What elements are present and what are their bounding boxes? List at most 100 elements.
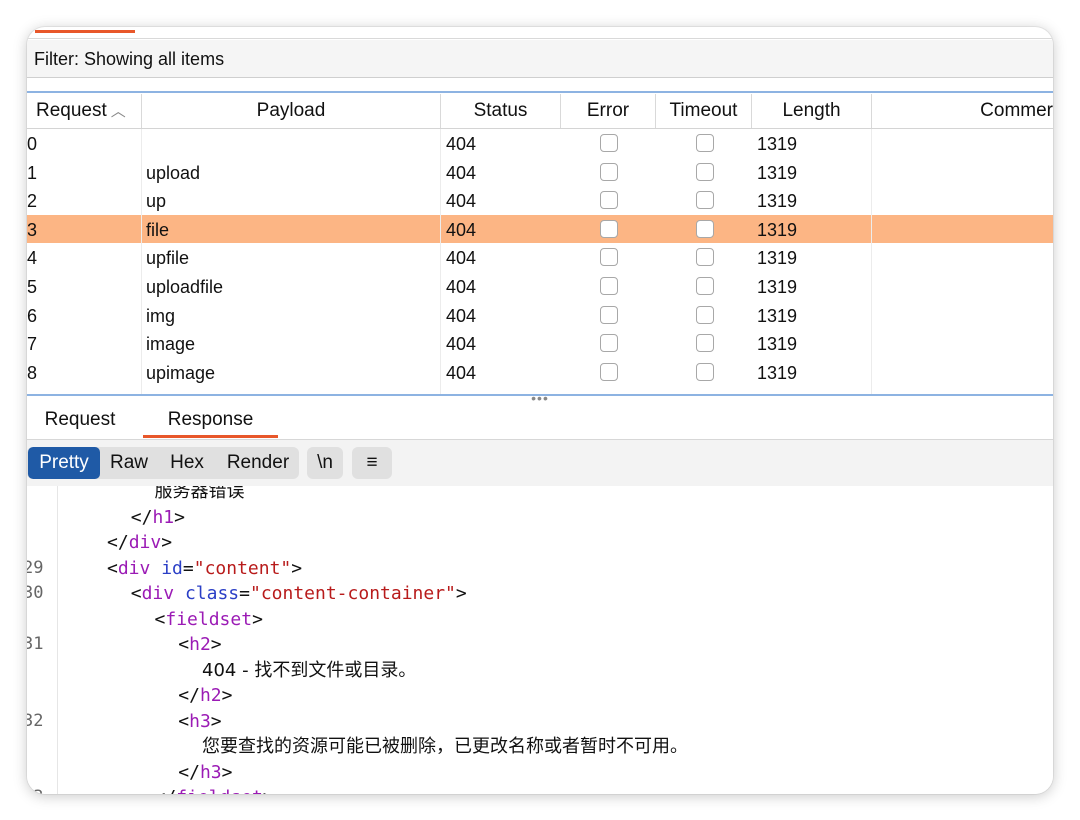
options-menu-button[interactable]: ≡ (352, 447, 392, 479)
error-checkbox[interactable] (600, 134, 618, 152)
filter-bar[interactable]: Filter: Showing all items (27, 40, 1053, 78)
code-token: div (141, 583, 175, 604)
table-row[interactable]: 2 up 404 1319 (27, 186, 1053, 215)
column-header-timeout[interactable]: Timeout (656, 94, 752, 128)
code-token: class (184, 583, 240, 604)
cell-status: 404 (446, 134, 477, 154)
cell-payload: up (146, 191, 167, 212)
error-checkbox[interactable] (600, 305, 618, 324)
code-line: 您要查找的资源可能已被删除，已更改名称或者暂时不可用。 (27, 734, 1053, 760)
code-line: 服务器错误 (27, 486, 1053, 505)
code-text: </fieldset> (155, 785, 274, 794)
cell-request: 5 (27, 277, 38, 297)
error-checkbox[interactable] (600, 277, 618, 295)
timeout-checkbox[interactable] (696, 362, 714, 381)
code-line: 31 <h2> (27, 632, 1053, 658)
table-row[interactable]: 5 uploadfile 404 1319 (27, 272, 1053, 301)
table-row[interactable]: 7 image 404 1319 (27, 329, 1053, 358)
column-divider (871, 129, 872, 394)
newline-toggle-button[interactable]: \n (307, 447, 343, 479)
timeout-checkbox[interactable] (696, 305, 714, 324)
cell-length: 1319 (757, 334, 798, 355)
code-token: > (210, 634, 222, 655)
cell-payload: upfile (146, 248, 190, 269)
column-header-label: Request (36, 100, 107, 121)
column-header-label: Error (586, 100, 630, 121)
hex-view-button[interactable]: Hex (161, 447, 213, 479)
cell-payload: upimage (146, 362, 216, 383)
code-token: > (263, 787, 274, 794)
error-checkbox[interactable] (600, 248, 618, 267)
code-token: h2 (199, 685, 222, 706)
cell-request: 4 (27, 248, 38, 269)
code-token: > (455, 583, 467, 604)
cell-length: 1319 (757, 219, 798, 240)
column-divider (440, 129, 441, 394)
timeout-checkbox[interactable] (696, 134, 714, 152)
code-line: 32 <h3> (27, 709, 1053, 735)
column-header-error[interactable]: Error (561, 94, 656, 128)
cell-status: 404 (446, 191, 477, 212)
hamburger-menu-icon: ≡ (366, 452, 378, 473)
code-line: </h2> (27, 683, 1053, 709)
cell-request: 1 (27, 162, 38, 183)
cell-request: 6 (27, 305, 38, 326)
button-label: Render (226, 452, 290, 473)
column-header-label: Commer (980, 100, 1053, 121)
pretty-view-button[interactable]: Pretty (28, 447, 100, 479)
column-header-comment[interactable]: Commer (872, 94, 1053, 128)
code-line: <fieldset> (27, 607, 1053, 633)
table-row[interactable]: 6 img 404 1319 (27, 301, 1053, 330)
timeout-checkbox[interactable] (696, 162, 714, 181)
tab-request[interactable]: Request (35, 403, 125, 438)
code-token: > (252, 608, 263, 630)
cell-request: 8 (27, 362, 38, 383)
code-line: 404 - 找不到文件或目录。 (27, 658, 1053, 684)
code-line: 33 </fieldset> (27, 785, 1053, 794)
render-view-button[interactable]: Render (219, 447, 297, 479)
error-checkbox[interactable] (600, 219, 618, 238)
timeout-checkbox[interactable] (696, 191, 714, 210)
tab-response[interactable]: Response (143, 403, 278, 438)
tab-label: Request (44, 409, 116, 430)
timeout-checkbox[interactable] (696, 277, 714, 295)
cell-status: 404 (446, 277, 477, 297)
column-header-payload[interactable]: Payload (142, 94, 441, 128)
table-row[interactable]: 0 404 1319 (27, 129, 1053, 158)
code-token: 服务器错误 (154, 486, 245, 502)
results-table-body: 0 404 1319 1 upload 404 1319 2 up 404 1319 3 file 404… (27, 129, 1053, 394)
tab-label: Response (167, 409, 254, 430)
column-header-status[interactable]: Status (441, 94, 561, 128)
table-row[interactable]: 1 upload 404 1319 (27, 158, 1053, 187)
cell-status: 404 (446, 334, 477, 355)
code-token: > (161, 532, 173, 553)
column-header-request[interactable]: Request ︿ (27, 94, 142, 128)
timeout-checkbox[interactable] (696, 219, 714, 238)
error-checkbox[interactable] (600, 162, 618, 181)
error-checkbox[interactable] (600, 334, 618, 353)
table-row[interactable]: 4 upfile 404 1319 (27, 243, 1053, 272)
timeout-checkbox[interactable] (696, 248, 714, 267)
column-header-length[interactable]: Length (752, 94, 872, 128)
active-tab-indicator (35, 30, 135, 33)
cell-length: 1319 (757, 248, 798, 269)
table-row[interactable]: 8 upimage 404 1319 (27, 358, 1053, 387)
code-token: div (117, 557, 151, 579)
line-number: 29 (27, 557, 44, 578)
cell-payload: image (146, 334, 196, 355)
timeout-checkbox[interactable] (696, 334, 714, 353)
error-checkbox[interactable] (600, 191, 618, 210)
cell-status: 404 (446, 248, 477, 269)
newline-icon: \n (317, 452, 333, 473)
view-toolbar: Pretty Raw Hex Render \n ≡ (27, 440, 1053, 486)
table-row[interactable]: 3 file 404 1319 (27, 214, 1053, 244)
error-checkbox[interactable] (600, 362, 618, 381)
code-text: <h2> (178, 632, 221, 658)
raw-view-button[interactable]: Raw (103, 447, 155, 479)
code-line: </h1> (27, 505, 1053, 531)
cell-status: 404 (446, 362, 477, 383)
divider (27, 38, 1053, 39)
response-code-viewer[interactable]: 服务器错误 </h1> </div> 29 <div id="content"> 30 <d… (27, 486, 1053, 794)
table-focus-border (27, 91, 1053, 93)
cell-status: 404 (446, 219, 477, 240)
